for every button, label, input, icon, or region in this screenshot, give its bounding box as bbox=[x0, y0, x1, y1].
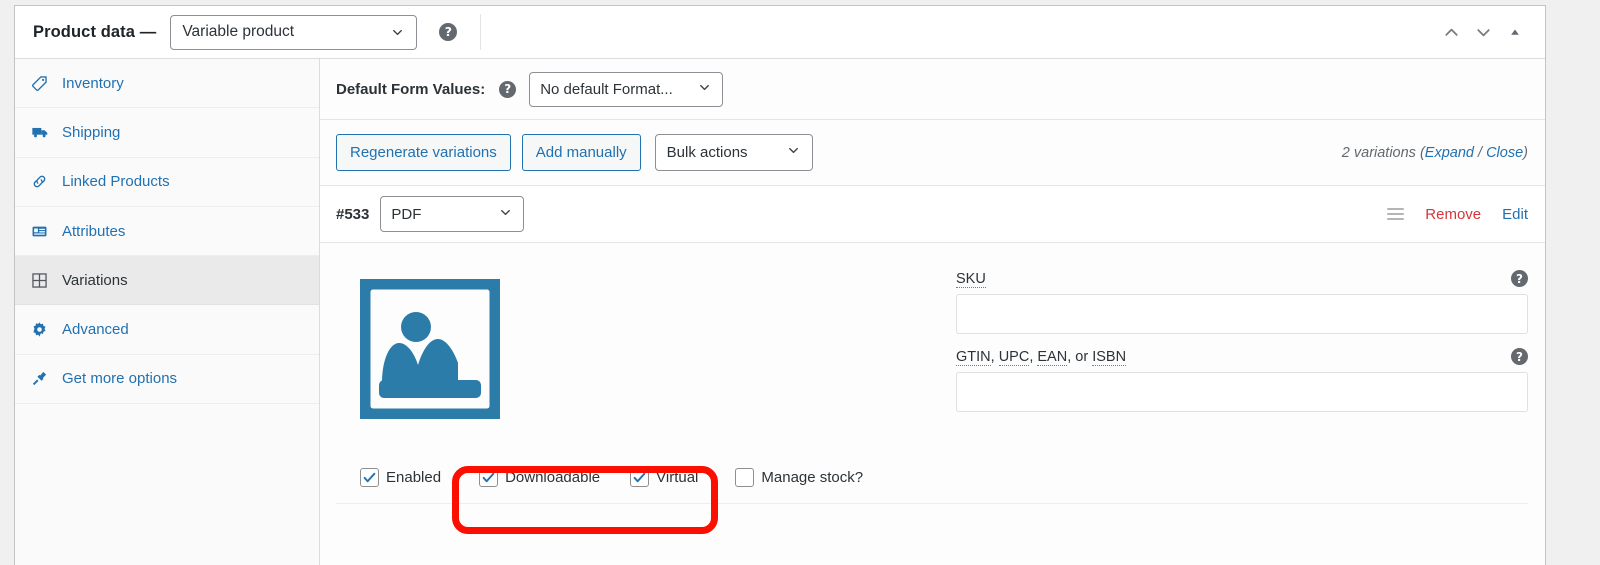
inventory-icon bbox=[31, 75, 53, 92]
variation-image-column bbox=[336, 265, 956, 426]
truck-icon bbox=[31, 123, 53, 141]
gtin-field-block: GTIN, UPC, EAN, or ISBN ? bbox=[956, 348, 1528, 412]
panel-body: Inventory Shipping Linked Products Attri… bbox=[15, 59, 1545, 565]
chevron-down-icon bbox=[697, 80, 712, 99]
sidebar-item-linked-products[interactable]: Linked Products bbox=[15, 158, 319, 207]
gtin-input[interactable] bbox=[956, 372, 1528, 412]
edit-variation-link[interactable]: Edit bbox=[1502, 206, 1528, 223]
sku-label-row: SKU ? bbox=[956, 270, 1528, 288]
sidebar-item-attributes[interactable]: Attributes bbox=[15, 207, 319, 257]
variations-toolbar: Regenerate variations Add manually Bulk … bbox=[320, 120, 1545, 186]
gtin-label-row: GTIN, UPC, EAN, or ISBN ? bbox=[956, 348, 1528, 366]
checkbox-box bbox=[360, 468, 379, 487]
checkbox-label: Enabled bbox=[386, 469, 442, 486]
variation-attribute-select[interactable]: PDF bbox=[380, 196, 525, 232]
downloadable-checkbox[interactable]: Downloadable bbox=[479, 468, 600, 487]
drag-handle-icon[interactable] bbox=[1387, 208, 1405, 220]
product-data-metabox: Product data — Variable product ? Invent… bbox=[14, 5, 1546, 565]
panel-header: Product data — Variable product ? bbox=[15, 6, 1545, 59]
default-attribute-select[interactable]: No default Format... bbox=[529, 71, 724, 107]
move-up-button[interactable] bbox=[1435, 12, 1467, 52]
checkbox-label: Downloadable bbox=[505, 469, 601, 486]
manage-stock-checkbox[interactable]: Manage stock? bbox=[735, 468, 863, 487]
remove-variation-link[interactable]: Remove bbox=[1425, 206, 1481, 223]
grid-icon bbox=[31, 272, 53, 289]
variation-fields-column: SKU ? GTIN, UPC, EAN, or ISBN ? bbox=[956, 265, 1528, 426]
chevron-down-icon bbox=[498, 205, 513, 224]
sku-label: SKU bbox=[956, 270, 986, 288]
checkbox-box bbox=[735, 468, 755, 487]
variations-count-prefix: 2 variations ( bbox=[1341, 144, 1425, 161]
variation-detail-grid: SKU ? GTIN, UPC, EAN, or ISBN ? bbox=[336, 265, 1528, 426]
bulk-actions-value: Bulk actions bbox=[666, 144, 748, 161]
checkbox-box bbox=[479, 468, 499, 487]
variations-panel: Default Form Values: ? No default Format… bbox=[320, 59, 1545, 565]
variation-header-row: #533 PDF Remove Edit bbox=[320, 186, 1545, 243]
sidebar-item-shipping[interactable]: Shipping bbox=[15, 108, 319, 158]
gtin-label: GTIN, UPC, EAN, or ISBN bbox=[956, 348, 1127, 366]
sidebar-item-label: Advanced bbox=[62, 321, 129, 339]
bulk-actions-select[interactable]: Bulk actions bbox=[654, 134, 813, 171]
enabled-checkbox[interactable]: Enabled bbox=[360, 468, 441, 487]
default-attribute-value: No default Format... bbox=[540, 80, 673, 98]
expand-link[interactable]: Expand bbox=[1425, 145, 1474, 161]
move-down-button[interactable] bbox=[1467, 12, 1499, 52]
help-icon[interactable]: ? bbox=[439, 23, 458, 41]
add-manually-button[interactable]: Add manually bbox=[521, 134, 641, 171]
regenerate-variations-button[interactable]: Regenerate variations bbox=[336, 134, 511, 171]
variations-count: 2 variations (Expand / Close) bbox=[1342, 145, 1528, 161]
variation-actions: Remove Edit bbox=[1387, 206, 1528, 223]
sidebar-item-label: Variations bbox=[62, 271, 128, 289]
gear-icon bbox=[31, 321, 53, 338]
chevron-down-icon bbox=[786, 143, 801, 162]
check-icon bbox=[633, 472, 646, 483]
variation-id: #533 bbox=[336, 205, 370, 223]
check-icon bbox=[482, 472, 495, 483]
checkbox-label: Virtual bbox=[656, 469, 699, 486]
sidebar-item-label: Linked Products bbox=[62, 173, 170, 191]
product-type-value: Variable product bbox=[182, 23, 295, 40]
virtual-checkbox[interactable]: Virtual bbox=[630, 468, 698, 487]
sidebar-filler bbox=[15, 404, 319, 465]
sidebar-item-label: Attributes bbox=[62, 222, 126, 240]
variations-count-suffix: ) bbox=[1523, 144, 1528, 161]
default-form-values-row: Default Form Values: ? No default Format… bbox=[320, 59, 1545, 120]
list-icon bbox=[31, 223, 53, 240]
plug-icon bbox=[31, 370, 53, 387]
default-form-values-label: Default Form Values: bbox=[336, 80, 486, 98]
chevron-down-icon bbox=[390, 25, 405, 40]
checkbox-box bbox=[630, 468, 650, 487]
sku-input[interactable] bbox=[956, 294, 1528, 334]
product-data-tabs: Inventory Shipping Linked Products Attri… bbox=[15, 59, 320, 565]
check-icon bbox=[363, 472, 376, 483]
count-separator: / bbox=[1473, 144, 1487, 161]
product-type-select[interactable]: Variable product bbox=[170, 14, 418, 50]
close-link[interactable]: Close bbox=[1486, 145, 1523, 161]
help-icon[interactable]: ? bbox=[499, 80, 517, 98]
variation-checkbox-row: Enabled Downloadable Virtual Manage stoc… bbox=[336, 452, 1528, 504]
sidebar-item-advanced[interactable]: Advanced bbox=[15, 305, 319, 355]
page-title: Product data — bbox=[33, 22, 157, 41]
image-placeholder-icon[interactable] bbox=[353, 272, 507, 426]
sidebar-item-label: Shipping bbox=[62, 123, 121, 141]
sidebar-item-inventory[interactable]: Inventory bbox=[15, 59, 319, 109]
panel-order-controls bbox=[1435, 6, 1531, 58]
variation-attribute-value: PDF bbox=[391, 205, 422, 223]
sidebar-item-get-more-options[interactable]: Get more options bbox=[15, 355, 319, 405]
help-icon[interactable]: ? bbox=[1511, 270, 1528, 287]
header-divider bbox=[480, 14, 482, 50]
sidebar-item-variations[interactable]: Variations bbox=[15, 256, 319, 306]
link-icon bbox=[31, 173, 53, 190]
checkbox-label: Manage stock? bbox=[761, 469, 864, 486]
sidebar-item-label: Get more options bbox=[62, 370, 178, 388]
help-icon[interactable]: ? bbox=[1511, 348, 1528, 365]
toggle-panel-button[interactable] bbox=[1499, 12, 1531, 52]
variation-detail: SKU ? GTIN, UPC, EAN, or ISBN ? Enabled … bbox=[320, 243, 1545, 565]
sidebar-item-label: Inventory bbox=[62, 74, 124, 92]
sku-field-block: SKU ? bbox=[956, 270, 1528, 334]
